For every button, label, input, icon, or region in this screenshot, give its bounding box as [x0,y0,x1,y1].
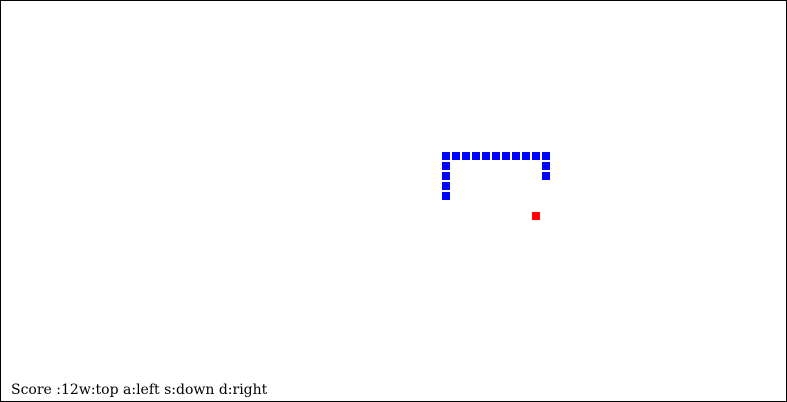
snake-segment [492,152,500,160]
snake-segment [512,152,520,160]
status-bar: Score :12w:top a:left s:down d:right [11,382,267,398]
snake-segment [532,152,540,160]
controls-hint: w:top a:left s:down d:right [78,382,268,398]
snake-segment [472,152,480,160]
snake-segment [452,152,460,160]
snake-segment [542,162,550,170]
snake-segment [442,182,450,190]
score-label: Score : [11,382,62,398]
food-pellet [532,212,540,220]
score-value: 12 [61,382,79,398]
snake-segment [522,152,530,160]
snake-segment [502,152,510,160]
snake-segment [462,152,470,160]
snake-segment [442,172,450,180]
game-board[interactable] [0,0,787,402]
snake-head [442,192,450,200]
snake-segment [442,162,450,170]
snake-segment [542,172,550,180]
snake-segment [442,152,450,160]
snake-segment [542,152,550,160]
snake-segment [482,152,490,160]
